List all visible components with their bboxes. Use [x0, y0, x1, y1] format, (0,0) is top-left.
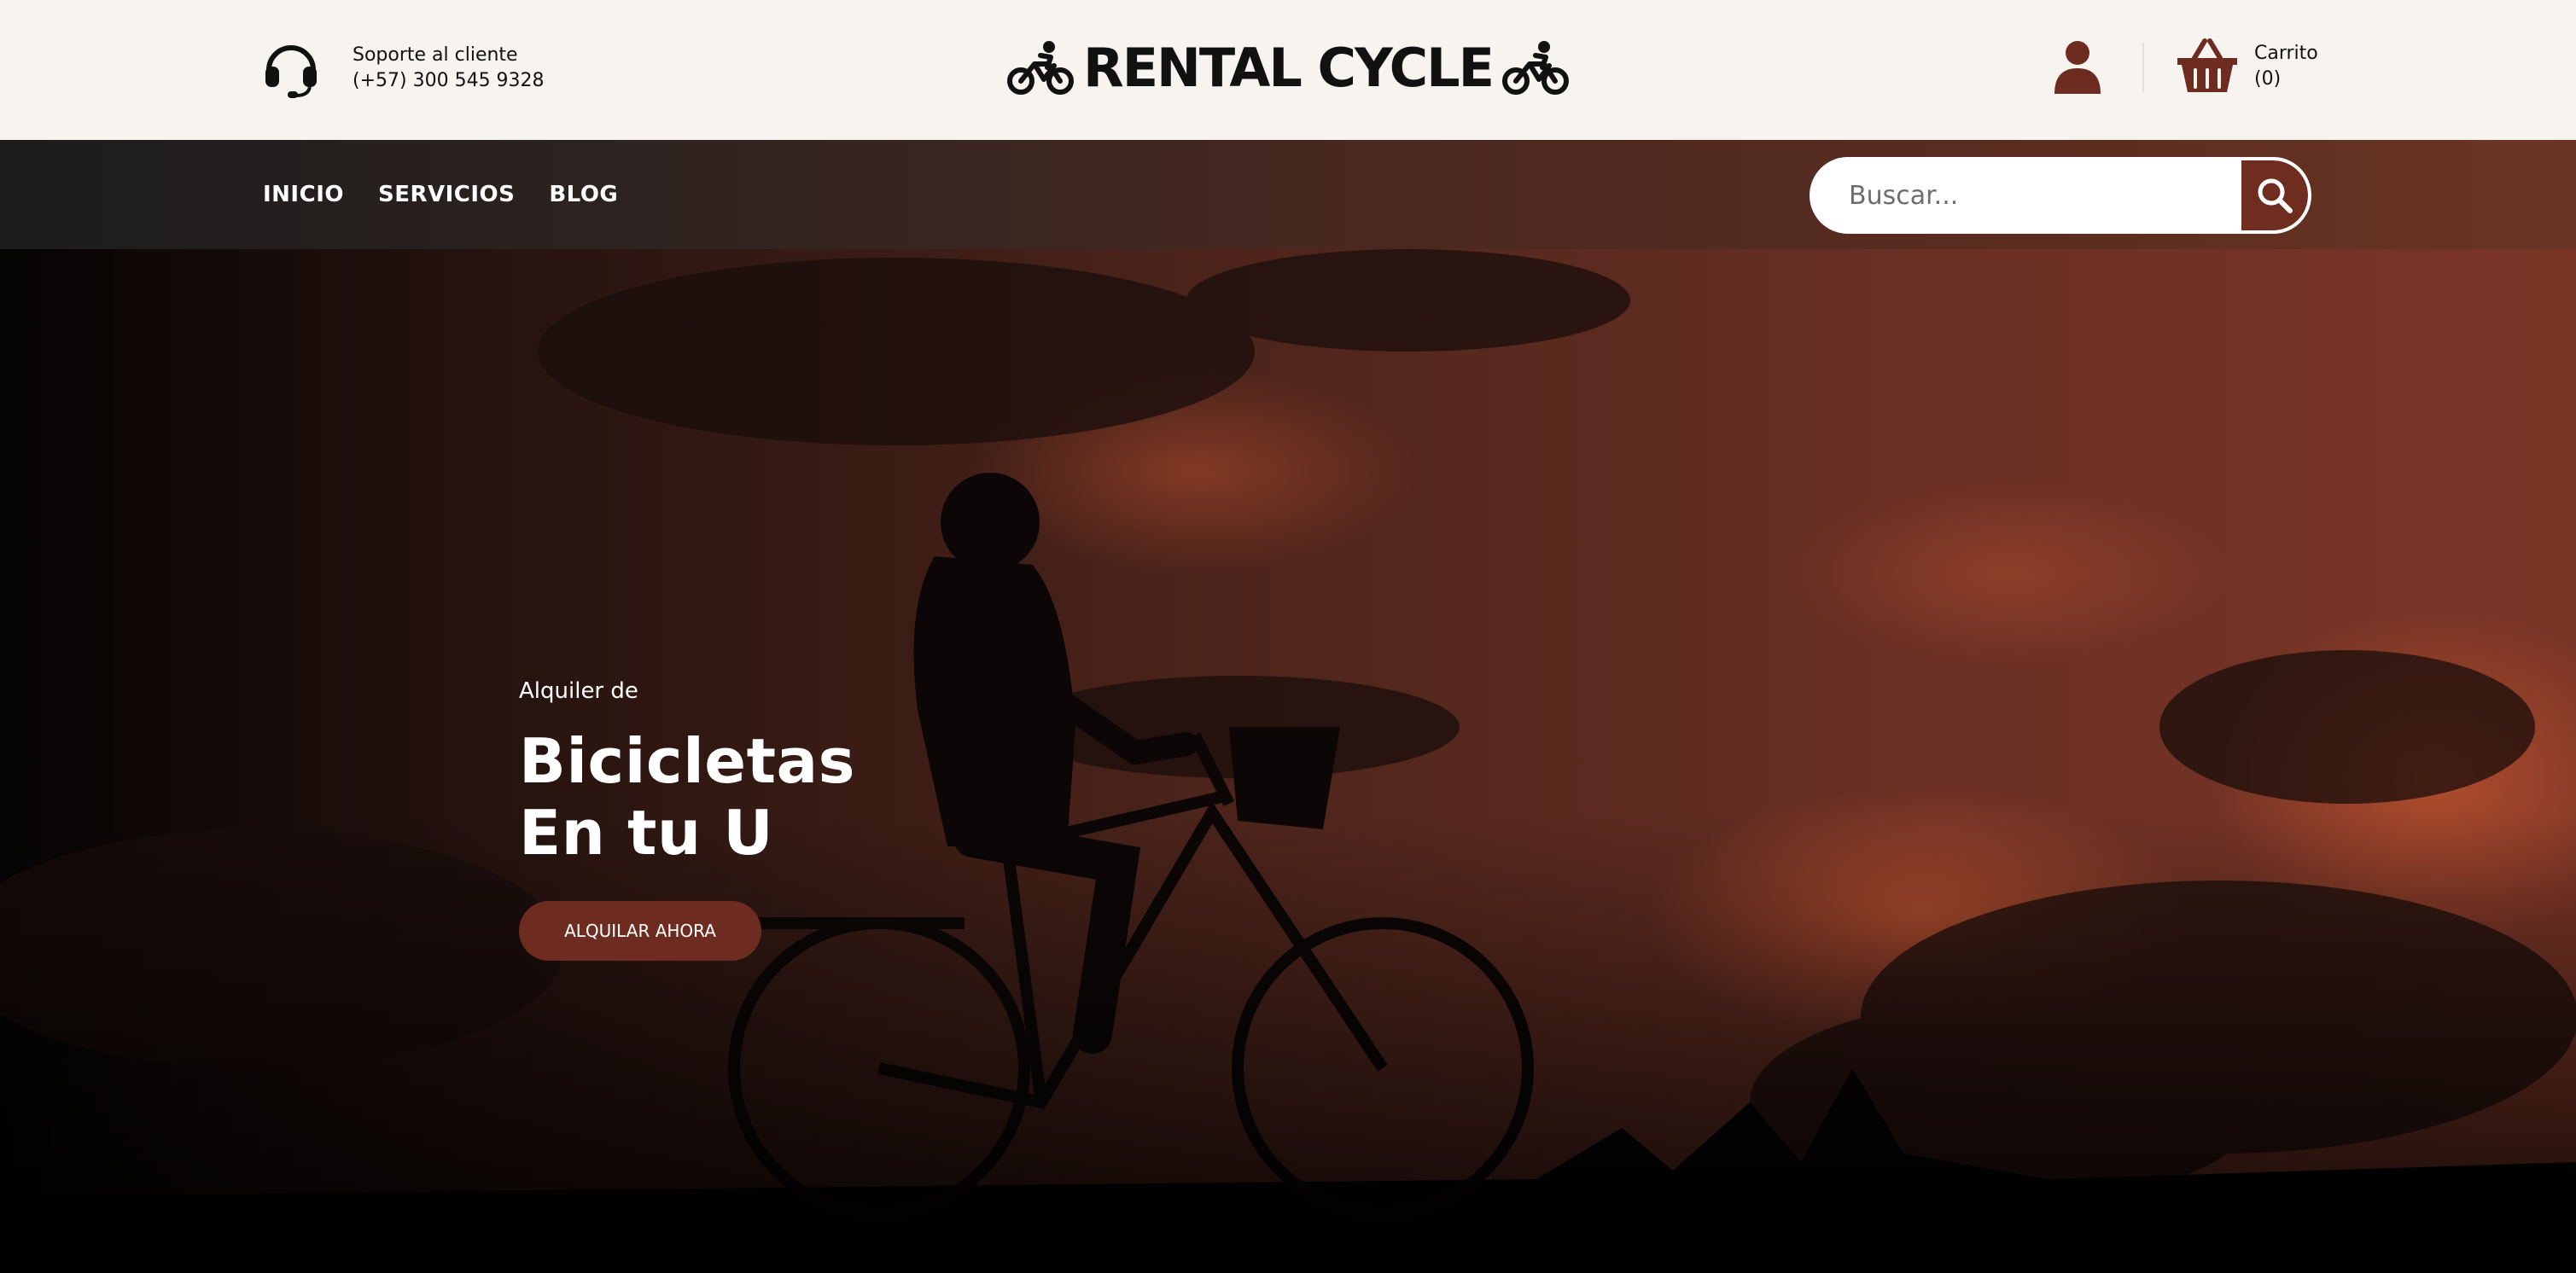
- hero-background-image: [0, 249, 2576, 1273]
- hero-banner: Alquiler de Bicicletas En tu U ALQUILAR …: [0, 249, 2576, 1273]
- cart-summary: Carrito (0): [2254, 41, 2318, 92]
- nav-link-servicios[interactable]: SERVICIOS: [378, 182, 515, 207]
- hero-content: Alquiler de Bicicletas En tu U ALQUILAR …: [519, 676, 855, 961]
- user-account-button[interactable]: [2048, 38, 2107, 97]
- cart-button[interactable]: Carrito (0): [2176, 38, 2318, 96]
- main-navigation: INICIO SERVICIOS BLOG: [0, 140, 2576, 249]
- hero-title: Bicicletas En tu U: [519, 725, 855, 869]
- nav-link-inicio[interactable]: INICIO: [263, 182, 344, 207]
- cart-label: Carrito: [2254, 43, 2318, 64]
- search-button[interactable]: [2241, 160, 2308, 230]
- hero-title-line-1: Bicicletas: [519, 725, 855, 797]
- search-icon: [2258, 178, 2293, 213]
- bicycle-rider-icon: [1006, 41, 1074, 95]
- search-input[interactable]: [1813, 160, 2240, 230]
- rent-now-button[interactable]: ALQUILAR AHORA: [519, 901, 761, 961]
- nav-link-blog[interactable]: BLOG: [549, 182, 618, 207]
- hero-title-line-2: En tu U: [519, 797, 774, 869]
- bicycle-rider-icon: [1502, 41, 1570, 95]
- brand-name: RENTAL CYCLE: [1082, 37, 1495, 99]
- nav-links: INICIO SERVICIOS BLOG: [263, 140, 652, 249]
- hero-kicker: Alquiler de: [519, 678, 638, 704]
- topbar-divider: [2142, 43, 2144, 92]
- cart-count: (0): [2254, 68, 2282, 90]
- user-icon: [2054, 41, 2101, 94]
- basket-icon: [2177, 38, 2237, 92]
- search-bar: [1810, 157, 2311, 234]
- top-bar: Soporte al cliente (+57) 300 545 9328 RE…: [0, 0, 2576, 140]
